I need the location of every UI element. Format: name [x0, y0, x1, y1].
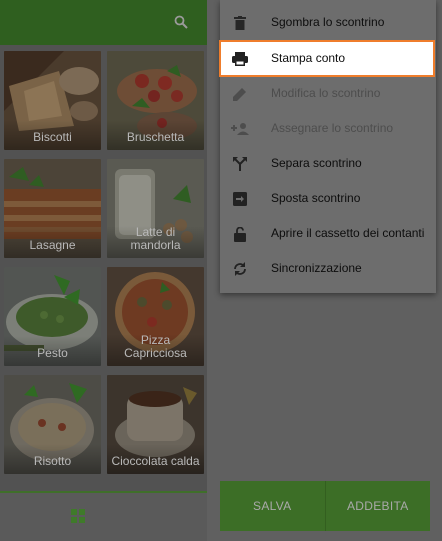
product-label: Biscotti	[4, 120, 101, 150]
menu-item-label: Stampa conto	[271, 51, 346, 65]
search-icon	[174, 15, 188, 29]
order-actions: SALVA ADDEBITA	[220, 481, 430, 531]
product-tile-risotto[interactable]: Risotto	[4, 375, 101, 474]
menu-item-label: Sincronizzazione	[271, 261, 362, 275]
assign-user-icon	[231, 120, 249, 138]
menu-item-label: Aprire il cassetto dei contanti	[271, 226, 425, 240]
menu-item-print-bill[interactable]: Stampa conto	[219, 40, 435, 77]
product-label: Latte di mandorla	[107, 226, 204, 258]
bottom-nav	[0, 491, 207, 541]
product-tile-biscotti[interactable]: Biscotti	[4, 51, 101, 150]
product-label: Lasagne	[4, 228, 101, 258]
product-label: Cioccolata calda	[107, 444, 204, 474]
product-label: Pizza Capricciosa	[107, 334, 204, 366]
menu-item-label: Sposta scontrino	[271, 191, 361, 205]
save-button[interactable]: SALVA	[220, 481, 325, 531]
menu-item-label: Modifica lo scontrino	[271, 86, 381, 100]
product-tile-lasagne[interactable]: Lasagne	[4, 159, 101, 258]
product-label: Pesto	[4, 336, 101, 366]
menu-item-sync[interactable]: Sincronizzazione	[220, 251, 436, 286]
menu-item-assign-receipt[interactable]: Assegnare lo scontrino	[220, 111, 436, 146]
product-tile-pizza[interactable]: Pizza Capricciosa	[107, 267, 204, 366]
grid-icon[interactable]	[71, 509, 85, 523]
product-tile-bruschetta[interactable]: Bruschetta	[107, 51, 204, 150]
product-label: Risotto	[4, 444, 101, 474]
product-tile-latte[interactable]: Latte di mandorla	[107, 159, 204, 258]
menu-item-open-drawer[interactable]: Aprire il cassetto dei contanti	[220, 216, 436, 251]
search-button[interactable]	[170, 11, 192, 33]
product-label: Bruschetta	[107, 120, 204, 150]
unlock-icon	[231, 225, 249, 243]
menu-item-move-receipt[interactable]: Sposta scontrino	[220, 181, 436, 216]
move-icon	[231, 190, 249, 208]
trash-icon	[231, 14, 249, 32]
charge-button[interactable]: ADDEBITA	[324, 481, 430, 531]
menu-item-label: Sgombra lo scontrino	[271, 15, 385, 29]
split-icon	[231, 155, 249, 173]
overflow-menu: Sgombra lo scontrino Stampa conto Modifi…	[219, 0, 436, 293]
menu-item-split-receipt[interactable]: Separa scontrino	[220, 146, 436, 181]
product-grid: Biscotti Bruschetta Lasagne Latte di man…	[0, 45, 207, 491]
menu-item-label: Separa scontrino	[271, 156, 362, 170]
printer-icon	[231, 50, 249, 68]
menu-item-label: Assegnare lo scontrino	[271, 121, 394, 135]
sync-icon	[231, 260, 249, 278]
pencil-icon	[231, 85, 249, 103]
menu-item-clear-receipt[interactable]: Sgombra lo scontrino	[220, 5, 436, 40]
product-tile-cioccolata[interactable]: Cioccolata calda	[107, 375, 204, 474]
product-tile-pesto[interactable]: Pesto	[4, 267, 101, 366]
menu-item-edit-receipt[interactable]: Modifica lo scontrino	[220, 76, 436, 111]
